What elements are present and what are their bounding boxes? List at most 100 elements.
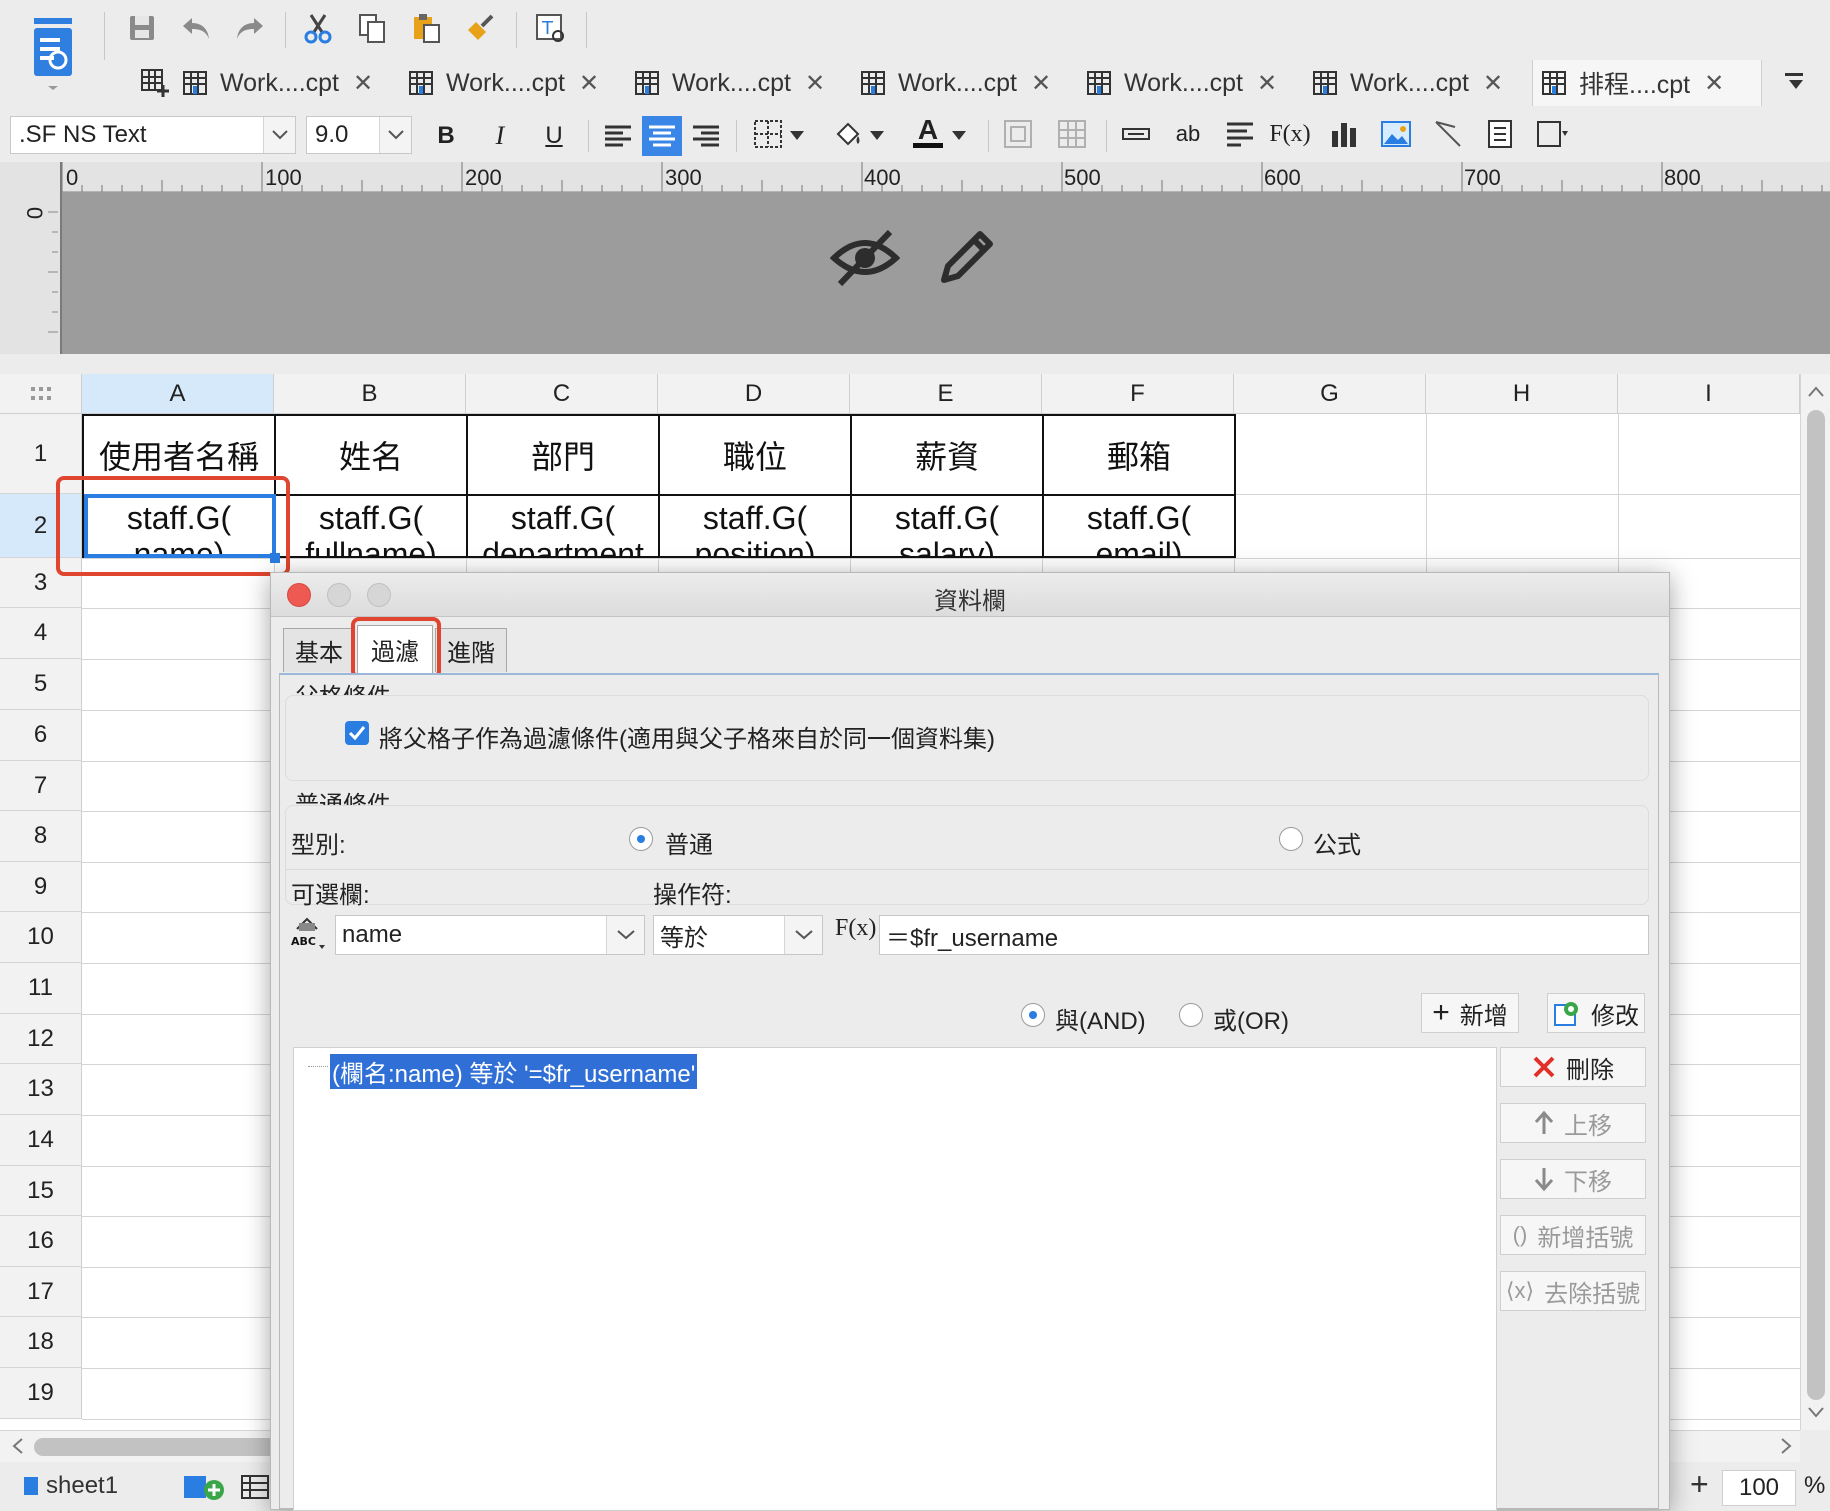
underline-button[interactable]: U [536, 118, 572, 154]
move-down-button[interactable]: 下移 [1500, 1159, 1646, 1199]
cell-c2[interactable]: staff.G( department [466, 494, 660, 558]
cell-f2[interactable]: staff.G( email) [1042, 494, 1236, 558]
column-header-f[interactable]: F [1042, 374, 1234, 414]
column-header-g[interactable]: G [1234, 374, 1426, 414]
logic-radio-and[interactable] [1021, 1003, 1045, 1027]
zoom-in-button[interactable]: + [1690, 1466, 1709, 1503]
eye-hidden-icon[interactable] [829, 222, 901, 292]
row-header-6[interactable]: 6 [0, 710, 82, 761]
paste-icon[interactable] [408, 10, 444, 46]
bold-button[interactable]: B [428, 118, 464, 154]
text-widget-icon[interactable]: ab [1170, 116, 1206, 152]
close-icon[interactable]: ✕ [1483, 69, 1503, 98]
edit-condition-button[interactable]: 修改 [1547, 993, 1645, 1033]
row-header-12[interactable]: 12 [0, 1014, 82, 1064]
cell-element-icon[interactable] [1534, 116, 1570, 152]
zoom-level-field[interactable]: 100 [1722, 1470, 1796, 1506]
type-radio-normal[interactable] [629, 827, 653, 851]
border-dropdown-icon[interactable] [786, 118, 808, 154]
image-icon[interactable] [1378, 116, 1414, 152]
logic-radio-or[interactable] [1179, 1003, 1203, 1027]
save-icon[interactable] [124, 10, 160, 46]
cell-e1[interactable]: 薪資 [850, 414, 1044, 496]
remove-bracket-button[interactable]: ⟨x⟩ 去除括號 [1500, 1271, 1646, 1311]
fill-dropdown-icon[interactable] [866, 118, 888, 154]
column-header-a[interactable]: A [82, 374, 274, 414]
close-icon[interactable]: ✕ [353, 69, 373, 98]
tab-work-4[interactable]: Work....cpt ✕ [860, 60, 1051, 106]
text-find-icon[interactable]: T [532, 10, 568, 46]
sheet-list-icon[interactable] [240, 1474, 270, 1500]
cell-c1[interactable]: 部門 [466, 414, 660, 496]
condition-list[interactable]: (欄名:name) 等於 '=$fr_username' [293, 1047, 1497, 1511]
tab-basic[interactable]: 基本 [283, 628, 355, 672]
formula-icon[interactable]: F(x) [1269, 116, 1310, 152]
merge-cells-icon[interactable] [1000, 116, 1036, 152]
slash-line-icon[interactable] [1430, 116, 1466, 152]
row-header-4[interactable]: 4 [0, 608, 82, 659]
close-icon[interactable]: ✕ [579, 69, 599, 98]
font-color-dropdown-icon[interactable] [948, 118, 970, 154]
row-header-11[interactable]: 11 [0, 963, 82, 1014]
tab-menu-icon[interactable] [1776, 64, 1812, 100]
tab-advanced[interactable]: 進階 [435, 628, 507, 672]
select-all-corner[interactable] [0, 374, 82, 414]
italic-button[interactable]: I [482, 118, 518, 154]
cell-b1[interactable]: 姓名 [274, 414, 468, 496]
sheet-tab-sheet1[interactable]: sheet1 [24, 1466, 118, 1506]
add-condition-button[interactable]: + 新增 [1421, 993, 1519, 1033]
move-up-button[interactable]: 上移 [1500, 1103, 1646, 1143]
close-icon[interactable]: ✕ [805, 69, 825, 98]
row-header-18[interactable]: 18 [0, 1317, 82, 1368]
row-header-10[interactable]: 10 [0, 912, 82, 963]
operator-select[interactable]: 等於 [653, 915, 823, 955]
row-header-17[interactable]: 17 [0, 1267, 82, 1317]
align-left-icon[interactable] [600, 118, 636, 154]
insert-field-icon[interactable] [1118, 116, 1154, 152]
paragraph-icon[interactable] [1222, 116, 1258, 152]
font-family-select[interactable]: .SF NS Text [10, 116, 296, 154]
delete-button[interactable]: 刪除 [1500, 1047, 1646, 1087]
row-header-14[interactable]: 14 [0, 1115, 82, 1166]
undo-icon[interactable] [178, 10, 214, 46]
tab-work-1[interactable]: Work....cpt ✕ [182, 60, 373, 106]
add-bracket-button[interactable]: () 新增括號 [1500, 1215, 1646, 1255]
row-header-15[interactable]: 15 [0, 1166, 82, 1216]
vertical-scrollbar[interactable] [1800, 374, 1830, 1430]
cell-f1[interactable]: 郵箱 [1042, 414, 1236, 496]
close-icon[interactable]: ✕ [1257, 69, 1277, 98]
format-painter-icon[interactable] [462, 10, 498, 46]
tab-schedule[interactable]: 排程....cpt ✕ [1532, 60, 1762, 106]
column-header-b[interactable]: B [274, 374, 466, 414]
column-header-h[interactable]: H [1426, 374, 1618, 414]
tab-work-3[interactable]: Work....cpt ✕ [634, 60, 825, 106]
new-template-icon[interactable] [136, 64, 172, 100]
tab-work-5[interactable]: Work....cpt ✕ [1086, 60, 1277, 106]
column-header-e[interactable]: E [850, 374, 1042, 414]
cell-d1[interactable]: 職位 [658, 414, 852, 496]
align-right-icon[interactable] [688, 118, 724, 154]
unmerge-cells-icon[interactable] [1054, 116, 1090, 152]
cut-icon[interactable] [300, 10, 336, 46]
align-center-icon[interactable] [642, 116, 682, 156]
pencil-icon[interactable] [936, 224, 1000, 288]
font-color-icon[interactable]: A [910, 114, 946, 150]
column-header-c[interactable]: C [466, 374, 658, 414]
column-header-d[interactable]: D [658, 374, 850, 414]
redo-icon[interactable] [232, 10, 268, 46]
value-input[interactable]: ＝$fr_username [879, 915, 1649, 955]
fill-color-icon[interactable] [830, 116, 866, 152]
close-icon[interactable]: ✕ [1704, 69, 1724, 98]
field-type-icon[interactable]: ABC [289, 915, 327, 953]
formula-editor-icon[interactable]: F(x) [835, 915, 876, 942]
tab-work-6[interactable]: Work....cpt ✕ [1312, 60, 1503, 106]
type-radio-formula[interactable] [1279, 827, 1303, 851]
column-select[interactable]: name [335, 915, 645, 955]
row-header-13[interactable]: 13 [0, 1064, 82, 1115]
cell-e2[interactable]: staff.G( salary) [850, 494, 1044, 558]
row-header-9[interactable]: 9 [0, 862, 82, 912]
dialog-title-bar[interactable]: 資料欄 [271, 573, 1669, 617]
border-icon[interactable] [750, 116, 786, 152]
row-header-5[interactable]: 5 [0, 659, 82, 710]
parent-checkbox[interactable] [345, 721, 369, 745]
